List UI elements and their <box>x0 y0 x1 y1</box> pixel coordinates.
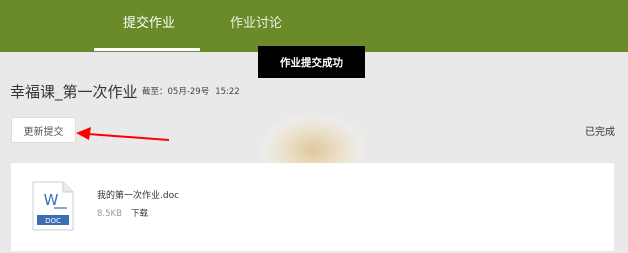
top-nav-bar: 提交作业 作业讨论 <box>0 0 628 52</box>
file-card <box>11 163 614 251</box>
deadline-info: 截至：05月-29号 15:22 <box>142 87 240 97</box>
tab-homework-discussion[interactable]: 作业讨论 <box>230 17 282 31</box>
active-tab-indicator <box>94 48 200 51</box>
success-toast: 作业提交成功 <box>258 46 365 78</box>
file-name[interactable]: 我的第一次作业.doc <box>97 191 179 201</box>
status-completed: 已完成 <box>585 127 615 138</box>
word-letter: W <box>44 191 59 209</box>
word-doc-icon: W DOC <box>32 181 74 231</box>
deadline-date: 截至：05月-29号 <box>142 87 210 97</box>
assignment-title: 幸福课_第一次作业 <box>10 83 138 101</box>
doc-type-label: DOC <box>45 217 61 225</box>
red-arrow-annotation <box>76 127 170 141</box>
deadline-time: 15:22 <box>215 87 240 97</box>
download-link[interactable]: 下载 <box>131 209 148 219</box>
tab-submit-homework[interactable]: 提交作业 <box>123 17 175 31</box>
resubmit-button[interactable]: 更新提交 <box>11 117 76 143</box>
file-size: 8.5KB <box>97 209 122 219</box>
